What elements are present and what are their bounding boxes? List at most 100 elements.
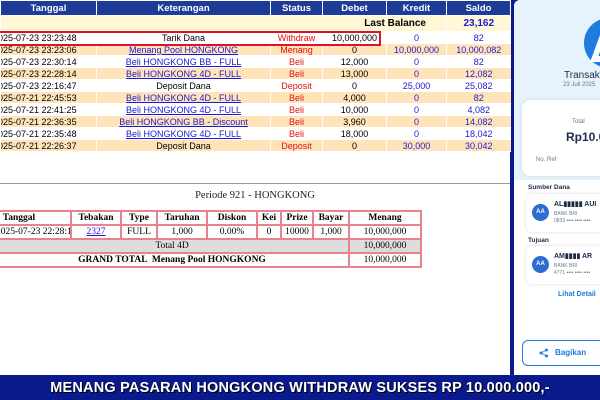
cell-kredit: 25,000: [386, 79, 447, 92]
col-header-status: Status: [270, 0, 323, 16]
tebakan-link[interactable]: 2327: [87, 227, 106, 237]
cell-saldo: 30,042: [446, 139, 511, 152]
cell-tanggal: 2025-07-23 23:23:06: [0, 43, 97, 56]
cell-debet: 13,000: [322, 67, 387, 80]
cell-status: Deposit: [270, 79, 323, 92]
cell-debet: 0: [322, 43, 387, 56]
cell-status: Beli: [270, 103, 323, 116]
keterangan-link[interactable]: Beli HONGKONG 4D - FULL: [126, 129, 241, 139]
cell-status: Beli: [270, 115, 323, 128]
total-label: Total 4D: [0, 238, 350, 254]
cell-menang: 10,000,000: [348, 224, 422, 240]
receipt-total-label: Total: [572, 119, 585, 125]
cell-prize: 10000: [280, 224, 314, 240]
cell-saldo: 14,082: [446, 115, 511, 128]
col-header-menang: Menang: [348, 210, 422, 226]
cell-tanggal: 2025-07-21 22:26:37: [0, 139, 97, 152]
cell-status: Withdraw: [270, 31, 323, 44]
cell-keterangan: Deposit Dana: [96, 79, 271, 92]
avatar: AA: [532, 256, 549, 273]
table-row: 2025-07-23 22:30:14 Beli HONGKONG BB - F…: [0, 55, 511, 68]
last-balance-label: Last Balance: [0, 15, 447, 32]
tujuan-account-card: AA AM▮▮▮▮ AR BANK BRI 4771 •••• •••• •••…: [526, 246, 600, 284]
total-value: 10,000,000: [348, 238, 422, 254]
col-header-taruhan: Taruhan: [156, 210, 208, 226]
keterangan-link[interactable]: Beli HONGKONG 4D - FULL: [126, 93, 241, 103]
col-header-debet: Debet: [322, 0, 387, 16]
cell-kredit: 0: [386, 31, 447, 44]
share-icon: [539, 348, 548, 358]
cell-keterangan: Deposit Dana: [96, 139, 271, 152]
cell-kredit: 10,000,000: [386, 43, 447, 56]
table-row: 2025-07-23 22:28:14 2327 FULL 1,000 0.00…: [0, 224, 422, 240]
tujuan-account-number: 4771 •••• •••• ••••: [554, 270, 591, 276]
cell-tanggal: 2025-07-21 22:36:35: [0, 115, 97, 128]
lihat-detail-link[interactable]: Lihat Detail: [558, 291, 596, 298]
cell-saldo: 18,042: [446, 127, 511, 140]
sumber-account-number: 0833 •••• •••• ••••: [554, 218, 591, 224]
cell-type: FULL: [120, 224, 158, 240]
col-header-kredit: Kredit: [386, 0, 447, 16]
cell-debet: 12,000: [322, 55, 387, 68]
cell-bayar: 1,000: [312, 224, 350, 240]
cell-kredit: 0: [386, 67, 447, 80]
col-header-bayar: Bayar: [312, 210, 350, 226]
cell-kei: 0: [256, 224, 282, 240]
cell-tanggal: 2025-07-23 23:23:48: [0, 31, 97, 44]
transfer-receipt-panel: Transaksi 23 Juli 2025 Total Rp10.0 No. …: [514, 0, 600, 375]
total-row: Total 4D 10,000,000: [0, 238, 422, 254]
cell-kredit: 0: [386, 127, 447, 140]
cell-tanggal: 2025-07-23 22:30:14: [0, 55, 97, 68]
col-header-kei: Kei: [256, 210, 282, 226]
keterangan-link[interactable]: Beli HONGKONG 4D - FULL: [126, 105, 241, 115]
cell-tanggal: 2025-07-23 22:28:14: [0, 224, 72, 240]
sumber-bank-name: BANK BRI: [554, 211, 578, 217]
share-button-label: Bagikan: [555, 348, 587, 357]
cell-kredit: 30,000: [386, 139, 447, 152]
receipt-date: 23 Juli 2025: [563, 82, 596, 88]
cell-debet: 10,000,000: [322, 31, 387, 44]
cell-tanggal: 2025-07-23 22:28:14: [0, 67, 97, 80]
cell-saldo: 82: [446, 55, 511, 68]
col-header-prize: Prize: [280, 210, 314, 226]
grand-total-value: 10,000,000: [348, 252, 422, 268]
cell-kredit: 0: [386, 115, 447, 128]
cell-taruhan: 1,000: [156, 224, 208, 240]
share-button[interactable]: Bagikan: [522, 340, 600, 366]
table-row: 2025-07-21 22:45:53 Beli HONGKONG 4D - F…: [0, 91, 511, 104]
cell-kredit: 0: [386, 103, 447, 116]
transaction-header-row: Tanggal Keterangan Status Debet Kredit S…: [0, 0, 511, 16]
cell-kredit: 0: [386, 91, 447, 104]
cell-diskon: 0.00%: [206, 224, 258, 240]
table-row: 2025-07-23 23:23:06 Menang Pool HONGKONG…: [0, 43, 511, 56]
last-balance-row: Last Balance 23,162: [0, 15, 511, 32]
cell-status: Beli: [270, 91, 323, 104]
cell-debet: 3,960: [322, 115, 387, 128]
cell-saldo: 82: [446, 91, 511, 104]
cell-status: Beli: [270, 127, 323, 140]
cell-debet: 4,000: [322, 91, 387, 104]
last-balance-value: 23,162: [446, 15, 511, 32]
cell-tanggal: 2025-07-21 22:41:25: [0, 103, 97, 116]
keterangan-link[interactable]: Beli HONGKONG BB - Discount: [119, 117, 248, 127]
cell-saldo: 4,082: [446, 103, 511, 116]
cell-keterangan: Tarik Dana: [96, 31, 271, 44]
col-header-keterangan: Keterangan: [96, 0, 271, 16]
transaction-history: Tanggal Keterangan Status Debet Kredit S…: [0, 0, 511, 183]
cell-saldo: 12,082: [446, 67, 511, 80]
sumber-account-name: AL▮▮▮▮▮ AUI: [554, 201, 597, 208]
col-header-tanggal: Tanggal: [0, 0, 97, 16]
cell-tanggal: 2025-07-21 22:45:53: [0, 91, 97, 104]
transaction-table: Tanggal Keterangan Status Debet Kredit S…: [0, 0, 511, 152]
keterangan-link[interactable]: Beli HONGKONG BB - FULL: [126, 57, 242, 67]
keterangan-link[interactable]: Menang Pool HONGKONG: [129, 45, 238, 55]
period-header-row: Tanggal Tebakan Type Taruhan Diskon Kei …: [0, 210, 422, 226]
cell-saldo: 25,082: [446, 79, 511, 92]
grand-total-label: GRAND TOTAL Menang Pool HONGKONG: [0, 252, 350, 268]
table-row: 2025-07-23 22:16:47 Deposit Dana Deposit…: [0, 79, 511, 92]
table-row: 2025-07-23 23:23:48 Tarik Dana Withdraw …: [0, 31, 511, 44]
cell-tanggal: 2025-07-21 22:35:48: [0, 127, 97, 140]
cell-status: Deposit: [270, 139, 323, 152]
keterangan-link[interactable]: Beli HONGKONG 4D - FULL: [126, 69, 241, 79]
sumber-dana-label: Sumber Dana: [528, 184, 570, 191]
